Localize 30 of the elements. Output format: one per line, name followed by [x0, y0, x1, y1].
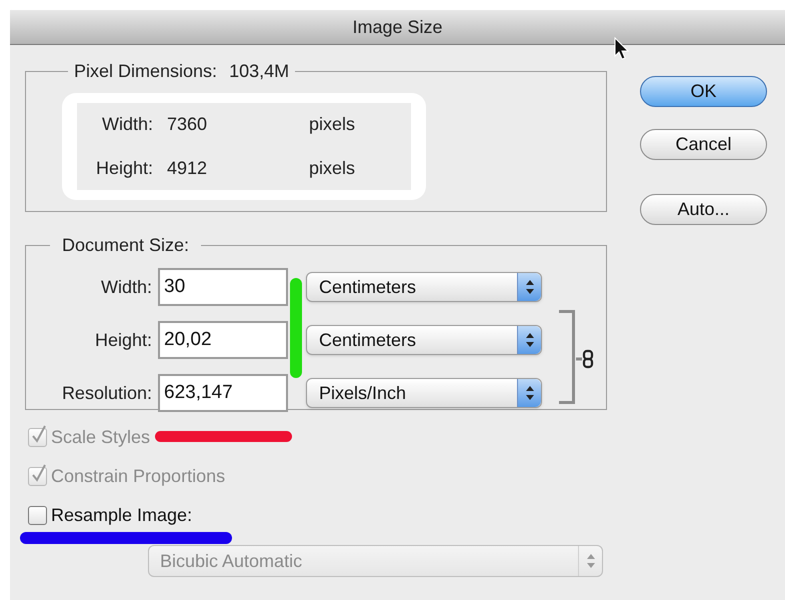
dialog-button[interactable]: OK	[640, 76, 767, 107]
stepper-icon	[517, 326, 541, 354]
pixel-total-value: 103,4M	[229, 60, 290, 83]
stepper-icon	[517, 379, 541, 407]
dimension-label: Height:	[94, 156, 153, 180]
field-label: Resolution:	[60, 382, 152, 404]
group-label: Pixel Dimensions:	[74, 60, 218, 83]
dialog-button[interactable]: Cancel	[640, 129, 767, 160]
checkbox[interactable]	[28, 506, 47, 525]
dimension-label: Width:	[100, 113, 153, 136]
dimension-value: 7360	[167, 113, 208, 136]
field-label: Height:	[94, 328, 152, 352]
input-field[interactable]: 20,02	[158, 321, 288, 359]
unit-dropdown[interactable]: Centimeters	[306, 272, 542, 302]
stepper-icon	[517, 273, 541, 301]
checkbox-label: Scale Styles	[51, 426, 150, 449]
checkbox-label: Resample Image:	[51, 504, 192, 527]
checkbox-label: Constrain Proportions	[51, 465, 226, 488]
dimension-value: 4912	[167, 156, 208, 180]
dialog-button[interactable]: Auto...	[640, 194, 767, 225]
unit-dropdown[interactable]: Pixels/Inch	[306, 378, 542, 408]
unit-label: pixels	[309, 156, 356, 180]
input-field[interactable]: 623,147	[158, 374, 288, 412]
unit-dropdown[interactable]: Centimeters	[306, 325, 542, 355]
cursor-icon	[614, 37, 630, 61]
field-label: Width:	[100, 276, 152, 298]
group-label: Document Size:	[62, 235, 190, 255]
input-field[interactable]: 30	[158, 268, 288, 306]
unit-label: pixels	[309, 113, 356, 136]
window-title: Image Size	[352, 16, 443, 39]
